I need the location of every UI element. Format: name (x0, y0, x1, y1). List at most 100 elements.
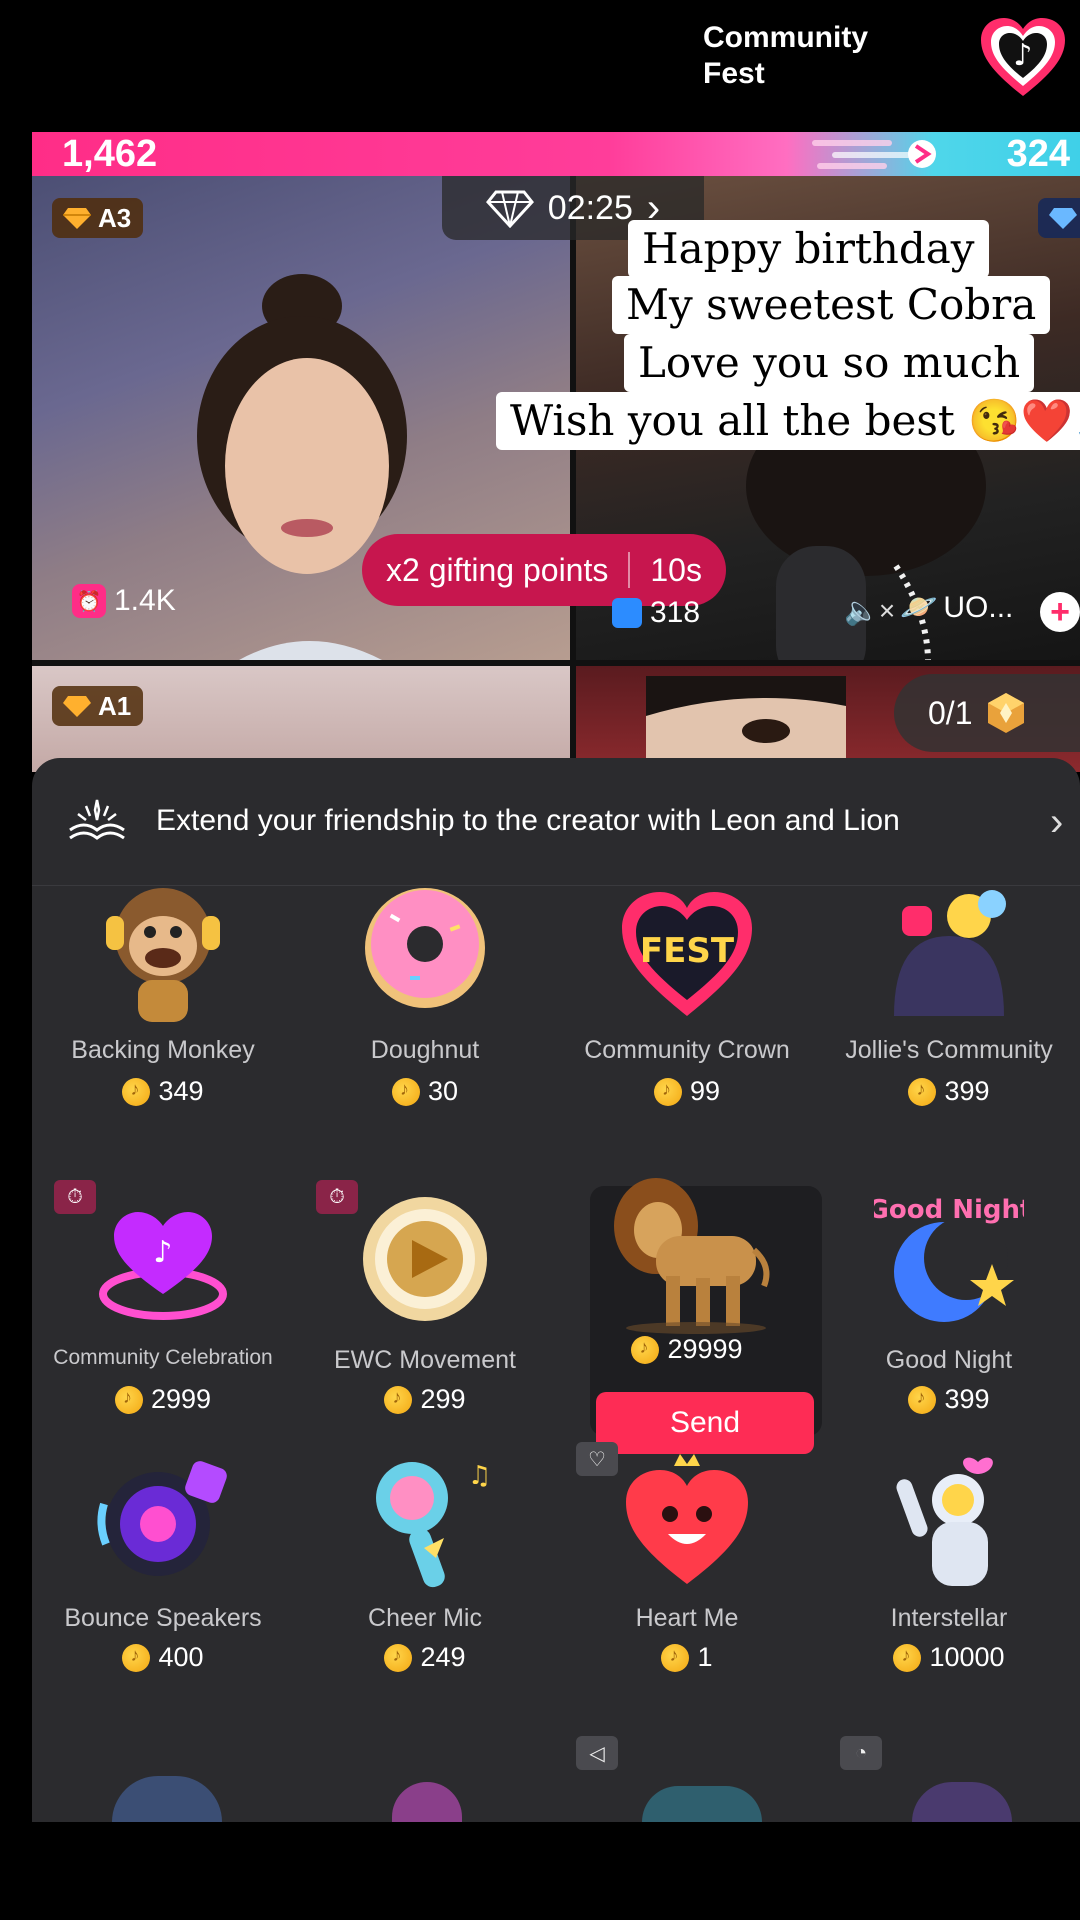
gift-price-value: 249 (420, 1642, 466, 1672)
treasure-box-icon (988, 693, 1025, 733)
guest-username[interactable]: 🪐 UO... (900, 590, 1013, 625)
battle-timer-value: 02:25 (547, 188, 633, 227)
coin-icon (384, 1385, 413, 1414)
diamond-outline-icon (485, 190, 534, 228)
gift-price-value: 99 (689, 1076, 721, 1106)
gift-backing-monkey[interactable]: Backing Monkey 349 (32, 886, 294, 1182)
gift-price: 1 (556, 1642, 818, 1673)
celebration-heart-icon: ♪ (99, 1212, 227, 1320)
gift-jollies-community[interactable]: Jollie's Community 399 (818, 886, 1080, 1182)
rank-badge-a1: A1 (52, 686, 144, 726)
rank-badge-label: A1 (98, 690, 132, 721)
gift-partial-1[interactable] (112, 1776, 222, 1822)
gift-ewc-movement[interactable]: ⏱ EWC Movement 299 (294, 1144, 556, 1440)
gift-price: 99 (556, 1076, 818, 1107)
monkey-gift-icon (106, 888, 220, 1022)
chevron-right-icon: › (1050, 800, 1064, 844)
gift-price: 29999 (556, 1334, 818, 1365)
gift-name: EWC Movement (334, 1346, 516, 1374)
megaphone-icon: ◁ (576, 1736, 618, 1770)
gifting-points-label: x2 gifting points (386, 551, 609, 588)
gift-partial-3[interactable] (642, 1786, 762, 1822)
gift-price-value: 299 (420, 1384, 466, 1414)
divider (628, 552, 631, 588)
coin-icon (384, 1643, 413, 1672)
coin-icon (908, 1077, 937, 1106)
gift-price: 299 (294, 1384, 556, 1415)
caption-line-1: Happy birthday (628, 220, 989, 278)
diamond-icon (63, 696, 91, 717)
cheer-mic-icon: ♫ (376, 1461, 491, 1588)
likes-value: 1.4K (114, 584, 176, 617)
gift-price-value: 29999 (667, 1334, 743, 1364)
coin-icon (661, 1643, 690, 1672)
caption-line-4: Wish you all the best 😘❤️🙏 (496, 392, 1080, 450)
right-team-score: 324 (1006, 133, 1070, 175)
svg-text:♫: ♫ (468, 1461, 491, 1491)
diamond-icon (1049, 208, 1077, 229)
gift-interstellar[interactable]: Interstellar 10000 (818, 1440, 1080, 1736)
community-fest-heart-icon: FEST (622, 892, 752, 1016)
multi-guest-video-area: A3 ⏰ 1.4K B3 A1 02:25 › (32, 176, 1080, 772)
gift-good-night[interactable]: Good Night Good Night 399 (818, 1144, 1080, 1440)
tiktok-heart-logo-icon[interactable]: ♪ (975, 10, 1071, 106)
speaker-muted-icon[interactable]: 🔈× (844, 594, 895, 627)
gift-price-value: 30 (427, 1076, 459, 1106)
gift-community-celebration[interactable]: ⏱ ♪ Community Celebration 2999 (32, 1144, 294, 1440)
jollie-mascot-icon (894, 890, 1006, 1016)
guest-eyes-figure (646, 676, 846, 766)
coin-icon (391, 1077, 420, 1106)
treasure-box-counter[interactable]: 0/1 (894, 674, 1080, 752)
gift-name: Bounce Speakers (64, 1604, 262, 1632)
viewer-icon (612, 598, 642, 628)
coin-icon (122, 1643, 151, 1672)
coin-icon (908, 1385, 937, 1414)
gift-price-value: 1 (697, 1642, 713, 1672)
coin-icon (122, 1077, 151, 1106)
gift-cheer-mic[interactable]: ♫ Cheer Mic 249 (294, 1440, 556, 1736)
follow-plus-button[interactable]: + (1040, 592, 1080, 632)
palette-icon: ◔ (840, 1736, 882, 1770)
gift-heart-me[interactable]: ♡ Heart Me 1 (556, 1440, 818, 1736)
gift-name: Jollie's Community (845, 1036, 1053, 1064)
gift-name: Cheer Mic (368, 1604, 482, 1632)
gift-grid: Backing Monkey 349 Doughnut 30 FEST Comm… (32, 886, 1080, 1822)
astronaut-gift-icon (896, 1457, 993, 1586)
box-counter-value: 0/1 (928, 694, 973, 731)
gift-partial-4[interactable] (912, 1782, 1012, 1822)
svg-text:♪: ♪ (153, 1235, 172, 1270)
svg-text:Good Night: Good Night (874, 1195, 1024, 1225)
top-bar: Community Fest ♪ (0, 0, 1080, 132)
gift-doughnut[interactable]: Doughnut 30 (294, 886, 556, 1182)
gold-play-coin-icon (363, 1197, 487, 1321)
caption-line-3: Love you so much (624, 334, 1035, 392)
gift-name: Backing Monkey (71, 1036, 255, 1064)
viewer-count: 318 (650, 596, 701, 629)
video-tile-a1[interactable]: A1 (32, 666, 570, 772)
friendship-banner[interactable]: Extend your friendship to the creator wi… (32, 758, 1080, 886)
gift-price: 399 (818, 1076, 1080, 1107)
rank-badge-b3: B3 (1038, 198, 1080, 238)
sparkle-book-icon (69, 799, 125, 840)
gift-name: Good Night (885, 1346, 1013, 1374)
alarm-heart-icon: ⏰ (72, 584, 106, 618)
coin-icon (893, 1643, 922, 1672)
bottom-bar (0, 1822, 1080, 1920)
viewer-counter: 318 (612, 596, 700, 630)
gift-name: Heart Me (635, 1604, 739, 1632)
lion-gift-icon (614, 1178, 770, 1334)
gift-panel: Extend your friendship to the creator wi… (32, 758, 1080, 1822)
gift-partial-2[interactable] (392, 1782, 462, 1822)
gift-price: 399 (818, 1384, 1080, 1415)
event-title: Community Fest (703, 21, 868, 90)
doughnut-gift-icon (365, 888, 485, 1008)
gift-bounce-speakers[interactable]: Bounce Speakers 400 (32, 1440, 294, 1736)
guest-username-text: UO... (943, 590, 1014, 624)
svg-text:FEST: FEST (640, 931, 735, 971)
gift-price-value: 2999 (150, 1384, 212, 1414)
battle-score-bar: 1,462 324 (32, 132, 1080, 176)
gift-price-value: 400 (158, 1642, 204, 1672)
gift-community-crown[interactable]: FEST Community Crown 99 (556, 886, 818, 1182)
gift-name: Community Celebration (53, 1346, 273, 1369)
coin-icon (114, 1385, 143, 1414)
